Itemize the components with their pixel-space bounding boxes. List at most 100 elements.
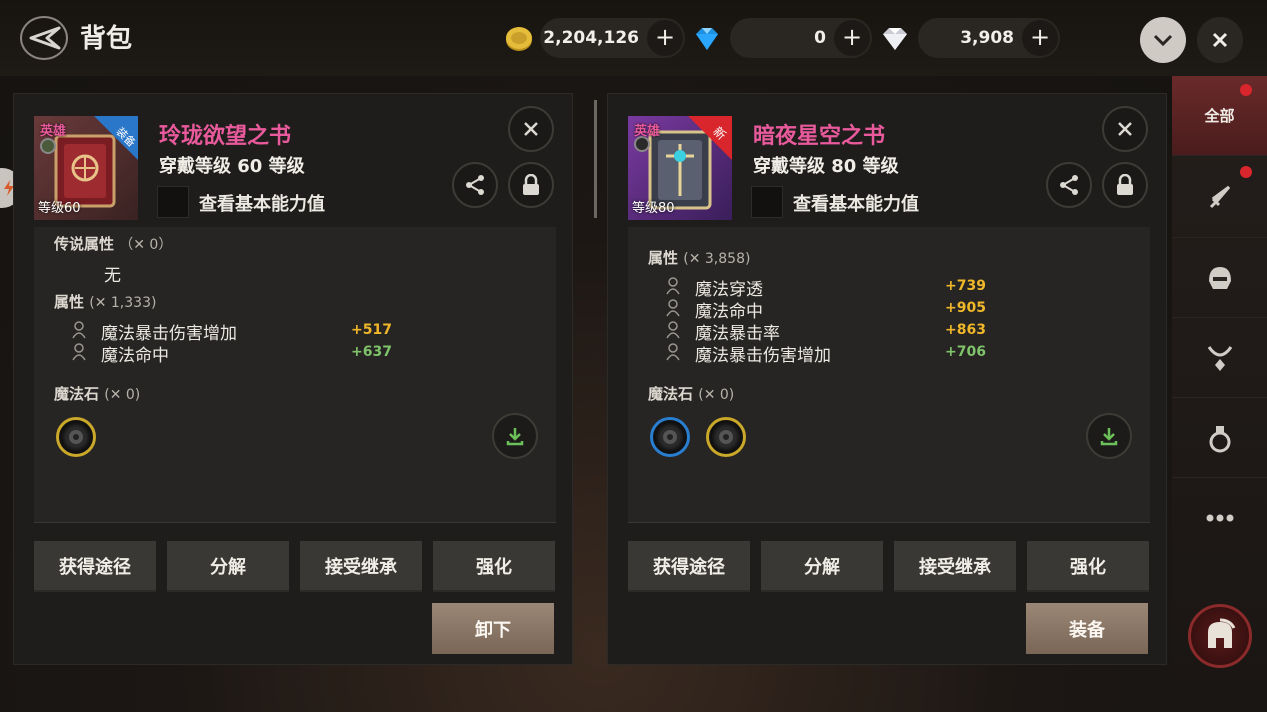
close-icon [1212, 32, 1228, 48]
item-icon[interactable]: 装备 英雄 等级60 [34, 116, 138, 220]
view-basic-checkbox[interactable] [157, 186, 189, 218]
share-button[interactable] [1046, 162, 1092, 208]
panel-divider [594, 100, 597, 218]
view-basic-label: 查看基本能力值 [793, 194, 919, 215]
stone-header: 魔法石 (✕ 0) [54, 385, 141, 403]
rail-all-label: 全部 [1204, 107, 1235, 125]
download-icon [1100, 428, 1118, 446]
share-icon [1060, 175, 1078, 195]
notification-dot [1240, 84, 1252, 96]
download-button[interactable] [492, 413, 538, 459]
stat-row: 魔法命中 +637 [69, 341, 399, 366]
inherit-button[interactable]: 接受继承 [300, 541, 422, 592]
item-name: 暗夜星空之书 [753, 124, 886, 149]
blue-gem-amount: 0 [814, 28, 826, 48]
grade-tag: 英雄 [40, 124, 67, 139]
equipped-item-panel: 装备 英雄 等级60 玲珑欲望之书 穿戴等级 60 等级 查看基本能力值 传说属… [13, 93, 573, 665]
sword-icon [1209, 185, 1230, 208]
view-basic-label: 查看基本能力值 [199, 194, 325, 215]
acquire-route-button[interactable]: 获得途径 [628, 541, 750, 592]
level-requirement: 穿戴等级 80 等级 [753, 156, 899, 177]
gold-currency: 2,204,126 + [540, 18, 685, 58]
item-details: 传说属性 （✕ 0） 无 属性 (✕ 1,333) 魔法暴击伤害增加 +517 … [34, 227, 556, 523]
compare-item-panel: 新 英雄 等级80 暗夜星空之书 穿戴等级 80 等级 查看基本能力值 属性 (… [607, 93, 1167, 665]
spartan-helmet-icon [1208, 618, 1236, 648]
gear-icon [719, 430, 733, 444]
dismantle-button[interactable]: 分解 [761, 541, 883, 592]
notification-dot [1240, 166, 1252, 178]
rail-necklace-tab[interactable] [1172, 318, 1267, 398]
legend-attr-header: 传说属性 （✕ 0） [54, 235, 173, 253]
blue-gem-currency: 0 + [730, 18, 872, 58]
enhance-button[interactable]: 强化 [1027, 541, 1149, 592]
stat-icon [72, 321, 86, 339]
stat-row: 魔法暴击伤害增加 +706 [663, 341, 993, 366]
legend-empty-text: 无 [104, 266, 121, 286]
magic-stone-slot[interactable] [56, 417, 96, 457]
dismantle-button[interactable]: 分解 [167, 541, 289, 592]
page-title: 背包 [80, 24, 133, 54]
rail-weapon-tab[interactable] [1172, 158, 1267, 238]
download-icon [506, 428, 524, 446]
top-bar: 背包 2,204,126 + 0 + 3,908 + [0, 0, 1267, 76]
gold-coin-icon [506, 27, 532, 51]
magic-stone-slot[interactable] [706, 417, 746, 457]
stat-icon [666, 343, 680, 361]
gold-amount: 2,204,126 [543, 28, 639, 48]
stat-row: 魔法命中 +905 [663, 297, 993, 322]
item-icon[interactable]: 新 英雄 等级80 [628, 116, 732, 220]
stat-icon [666, 277, 680, 295]
stat-row: 魔法暴击率 +863 [663, 319, 993, 344]
necklace-icon [1207, 345, 1232, 371]
separator [34, 522, 556, 523]
stat-icon [666, 299, 680, 317]
add-blue-gem-button[interactable]: + [834, 20, 870, 56]
diamond-currency: 3,908 + [918, 18, 1060, 58]
share-button[interactable] [452, 162, 498, 208]
stat-row: 魔法穿透 +739 [663, 275, 993, 300]
rail-all-tab[interactable]: 全部 [1172, 76, 1267, 156]
grade-tag: 英雄 [634, 124, 661, 139]
inherit-button[interactable]: 接受继承 [894, 541, 1016, 592]
magic-stone-slot[interactable] [650, 417, 690, 457]
equip-button[interactable]: 装备 [1026, 603, 1148, 654]
rail-potion-tab[interactable] [1172, 398, 1267, 478]
close-button[interactable] [1197, 17, 1243, 63]
lock-button[interactable] [1102, 162, 1148, 208]
rail-helmet-tab[interactable] [1172, 238, 1267, 318]
close-icon [1118, 122, 1132, 136]
download-button[interactable] [1086, 413, 1132, 459]
gear-icon [69, 430, 83, 444]
lock-button[interactable] [508, 162, 554, 208]
attr-header: 属性 (✕ 1,333) [54, 293, 157, 311]
level-tag: 等级80 [632, 201, 675, 216]
acquire-route-button[interactable]: 获得途径 [34, 541, 156, 592]
chevron-down-icon [1153, 34, 1173, 47]
level-requirement: 穿戴等级 60 等级 [159, 156, 305, 177]
back-button[interactable] [20, 16, 68, 60]
lock-icon [1117, 174, 1133, 195]
stat-icon [72, 343, 86, 361]
equipped-corner-tag: 装备 [94, 116, 138, 160]
helmet-icon [1208, 266, 1231, 289]
close-panel-button[interactable] [508, 106, 554, 152]
diamond-amount: 3,908 [960, 28, 1014, 48]
stat-icon [666, 321, 680, 339]
potion-icon [1209, 425, 1230, 452]
close-icon [524, 122, 538, 136]
item-name: 玲珑欲望之书 [159, 124, 292, 149]
separator [628, 522, 1150, 523]
rail-more-tab[interactable] [1172, 478, 1267, 558]
view-basic-checkbox[interactable] [751, 186, 783, 218]
gear-icon [663, 430, 677, 444]
add-diamond-button[interactable]: + [1022, 20, 1058, 56]
new-corner-tag: 新 [688, 116, 732, 160]
enhance-button[interactable]: 强化 [433, 541, 555, 592]
add-gold-button[interactable]: + [647, 20, 683, 56]
stat-row: 魔法暴击伤害增加 +517 [69, 319, 399, 344]
close-panel-button[interactable] [1102, 106, 1148, 152]
unequip-button[interactable]: 卸下 [432, 603, 554, 654]
collapse-button[interactable] [1140, 17, 1186, 63]
guild-emblem-button[interactable] [1188, 604, 1252, 668]
stone-header: 魔法石 (✕ 0) [648, 385, 735, 403]
